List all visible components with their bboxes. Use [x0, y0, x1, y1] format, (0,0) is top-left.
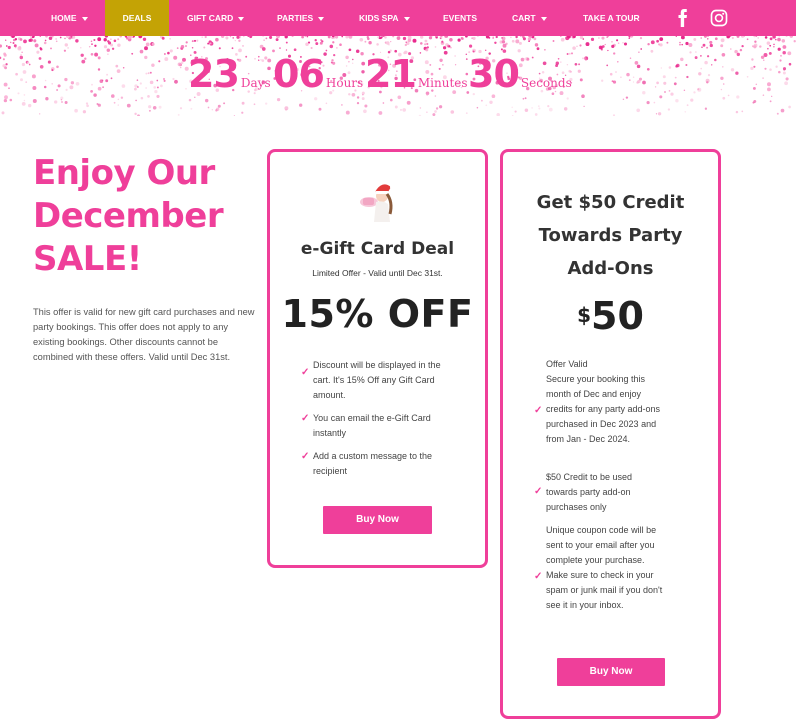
- chevron-down-icon: [238, 16, 245, 21]
- check-icon: ✓: [534, 405, 543, 416]
- chevron-down-icon: [403, 16, 410, 21]
- list-item: ✓ Offer Valid Secure your booking this mo…: [534, 357, 666, 447]
- party-credit-card: Get $50 Credit Towards Party Add-Ons $50…: [500, 149, 721, 719]
- countdown-seconds-value: 30: [468, 52, 520, 96]
- nav-item-events[interactable]: EVENTS: [443, 0, 477, 36]
- countdown-minutes-value: 21: [365, 52, 417, 96]
- check-icon: ✓: [301, 451, 310, 462]
- list-item: ✓ You can email the e-Gift Card instantly: [301, 411, 453, 441]
- check-icon: ✓: [534, 571, 543, 582]
- chevron-down-icon: [540, 16, 547, 21]
- countdown-days: 23 Days: [188, 52, 271, 104]
- nav-item-deals[interactable]: DEALS: [105, 0, 169, 36]
- countdown-minutes-label: Minutes: [417, 76, 468, 90]
- buy-now-button[interactable]: Buy Now: [557, 658, 665, 686]
- feature-text: Discount will be displayed in the cart. …: [313, 360, 441, 400]
- list-item: ✓ Unique coupon code will be sent to your…: [534, 523, 666, 613]
- credit-price: $50: [503, 294, 718, 338]
- instagram-icon[interactable]: [710, 9, 728, 27]
- feature-text: Add a custom message to the recipient: [313, 451, 433, 476]
- list-item: ✓ Discount will be displayed in the cart.…: [301, 358, 453, 403]
- promo-title-line: December: [33, 196, 224, 236]
- discount-headline: 15% OFF: [281, 292, 474, 336]
- countdown-days-label: Days: [240, 76, 271, 90]
- feature-text: You can email the e-Gift Card instantly: [313, 413, 431, 438]
- nav-label: EVENTS: [443, 13, 478, 23]
- nav-label: TAKE A TOUR: [583, 13, 640, 23]
- gift-card-deal-subtitle: Limited Offer - Valid until Dec 31st.: [312, 268, 443, 278]
- promo-title-line: SALE!: [33, 239, 142, 279]
- nav-label: PARTIES: [277, 13, 314, 23]
- countdown-minutes: 21 Minutes: [365, 52, 468, 104]
- party-credit-title: Get $50 Credit Towards Party Add-Ons: [536, 192, 685, 279]
- promo-description: This offer is valid for new gift card pu…: [33, 307, 255, 362]
- santa-girl-gift-image: [360, 184, 394, 222]
- feature-text: Unique coupon code will be sent to your …: [546, 525, 663, 610]
- countdown-days-value: 23: [188, 52, 240, 96]
- list-item: ✓ Add a custom message to the recipient: [301, 449, 453, 479]
- countdown-hours: 06 Hours: [273, 52, 363, 104]
- promo-title-line: Enjoy Our: [33, 153, 215, 193]
- nav-label: CART: [512, 13, 536, 23]
- currency-symbol: $: [577, 303, 592, 327]
- countdown-banner: 23 Days 06 Hours 21 Minutes 30 Seconds: [0, 36, 796, 116]
- gift-card-deal-title: e-Gift Card Deal: [300, 239, 455, 259]
- nav-label: KIDS SPA: [359, 13, 399, 23]
- countdown-hours-value: 06: [273, 52, 325, 96]
- countdown-hours-label: Hours: [325, 76, 364, 90]
- buy-now-button[interactable]: Buy Now: [323, 506, 432, 534]
- feature-text: $50 Credit to be used towards party add-…: [546, 472, 633, 512]
- feature-text: Offer Valid Secure your booking this mon…: [546, 359, 661, 444]
- nav-label: GIFT CARD: [187, 13, 234, 23]
- list-item: ✓ $50 Credit to be used towards party add…: [534, 470, 666, 515]
- check-icon: ✓: [534, 486, 543, 497]
- check-icon: ✓: [301, 413, 310, 424]
- nav-item-kids-spa[interactable]: KIDS SPA: [359, 0, 410, 36]
- nav-item-home[interactable]: HOME: [51, 0, 88, 36]
- countdown-seconds-label: Seconds: [520, 76, 572, 90]
- gift-card-deal-card: e-Gift Card Deal Limited Offer - Valid u…: [267, 149, 488, 568]
- credit-amount: 50: [591, 294, 644, 338]
- main-nav: HOME DEALS GIFT CARD PARTIES KIDS SPA EV…: [0, 0, 796, 36]
- nav-label: HOME: [51, 13, 77, 23]
- chevron-down-icon: [81, 16, 88, 21]
- countdown-seconds: 30 Seconds: [468, 52, 572, 104]
- nav-label: DEALS: [122, 13, 152, 23]
- promo-title: Enjoy Our December SALE!: [33, 152, 258, 281]
- nav-item-parties[interactable]: PARTIES: [277, 0, 325, 36]
- facebook-icon[interactable]: [674, 9, 692, 27]
- check-icon: ✓: [301, 367, 310, 378]
- nav-item-gift-card[interactable]: GIFT CARD: [187, 0, 245, 36]
- nav-item-take-a-tour[interactable]: TAKE A TOUR: [583, 0, 640, 36]
- chevron-down-icon: [318, 16, 325, 21]
- nav-item-cart[interactable]: CART: [512, 0, 547, 36]
